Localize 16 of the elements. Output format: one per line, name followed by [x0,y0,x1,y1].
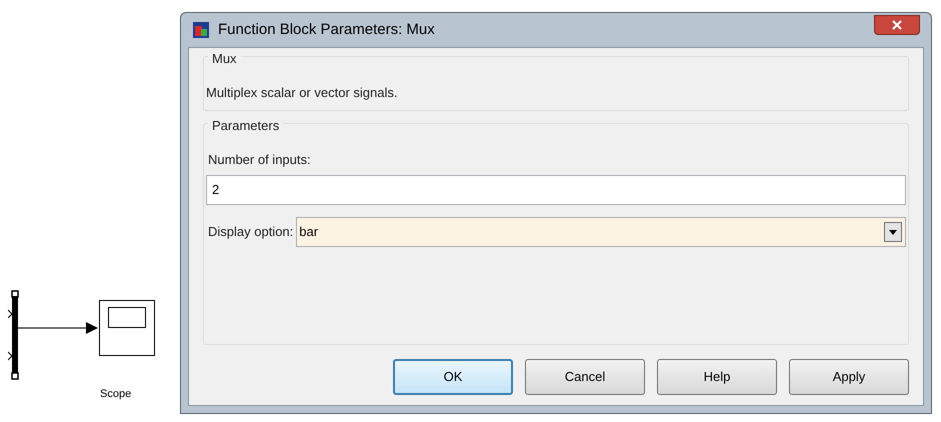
input-field[interactable]: 2 [206,175,906,205]
window-title: Function Block Parameters: Mux [218,20,436,40]
block-label: Scope [100,387,132,402]
close-icon [892,20,902,30]
description-text: Multiplex scalar or vector signals. [206,84,398,102]
dialog-button[interactable]: Cancel [525,359,645,395]
close-button[interactable] [874,15,920,35]
dropdown-field[interactable]: bar [296,217,906,247]
block-app-icon [192,21,210,39]
field-label: Display option: [208,223,294,242]
dialog-button[interactable]: Help [657,359,777,395]
scope-block-icon [99,300,155,356]
dialog-button[interactable]: OK [393,359,513,395]
caret-icon [884,222,902,242]
field-label: Number of inputs: [208,150,312,169]
dialog-button[interactable]: Apply [789,359,909,395]
